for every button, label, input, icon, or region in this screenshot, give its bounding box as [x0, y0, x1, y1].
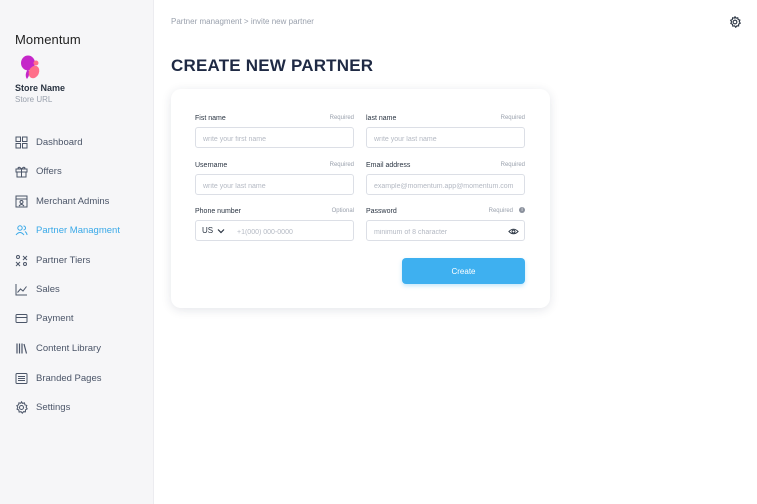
- password-input[interactable]: [367, 223, 524, 242]
- users-icon: [15, 224, 28, 237]
- password-label: Password: [366, 208, 397, 215]
- required-tag: Required: [329, 115, 354, 121]
- required-tag: Required: [488, 208, 513, 214]
- last-name-label: last name: [366, 115, 397, 122]
- create-button[interactable]: Create: [402, 258, 525, 284]
- phone-input[interactable]: [230, 223, 353, 242]
- sidebar-item-sales[interactable]: Sales: [15, 280, 60, 298]
- sidebar-item-label: Dashboard: [36, 136, 83, 148]
- first-name-box: [195, 127, 354, 149]
- sidebar-item-label: Content Library: [36, 342, 101, 354]
- tiers-icon: [15, 254, 28, 267]
- sidebar-item-label: Partner Managment: [36, 224, 120, 236]
- chevron-down-icon: [217, 228, 225, 233]
- required-tag: Required: [500, 162, 525, 168]
- breadcrumb: Partner managment > invite new partner: [171, 17, 314, 26]
- password-box: [366, 220, 525, 242]
- sidebar-item-partner-managment[interactable]: Partner Managment: [15, 221, 120, 239]
- sidebar-item-offers[interactable]: Offers: [15, 162, 62, 180]
- sidebar-item-label: Merchant Admins: [36, 195, 110, 207]
- country-code-select[interactable]: US: [196, 221, 232, 240]
- sidebar-item-dashboard[interactable]: Dashboard: [15, 133, 82, 151]
- sidebar-item-label: Sales: [36, 283, 60, 295]
- sidebar-item-label: Partner Tiers: [36, 254, 91, 266]
- email-label: Email address: [366, 162, 411, 169]
- sidebar-item-settings[interactable]: Settings: [15, 398, 70, 416]
- country-code: US: [202, 226, 214, 235]
- first-name-label: Fist name: [195, 115, 226, 122]
- card-icon: [15, 312, 28, 325]
- eye-icon[interactable]: [508, 226, 519, 237]
- last-name-input[interactable]: [367, 130, 524, 149]
- settings-gear-icon[interactable]: [729, 16, 741, 28]
- gift-icon: [15, 165, 28, 178]
- store-name: Store Name: [15, 83, 66, 93]
- username-box: [195, 174, 354, 196]
- first-name-input[interactable]: [196, 130, 353, 149]
- dashboard-icon: [15, 136, 28, 149]
- required-tag: Required: [329, 162, 354, 168]
- sidebar-item-label: Settings: [36, 401, 71, 413]
- sidebar-item-label: Branded Pages: [36, 372, 102, 384]
- merchant-icon: [15, 195, 28, 208]
- store-logo: [21, 55, 40, 79]
- sidebar-item-label: Offers: [36, 165, 62, 177]
- optional-tag: Optional: [331, 208, 354, 214]
- page-title: CREATE NEW PARTNER: [171, 56, 374, 75]
- chart-icon: [15, 283, 28, 296]
- last-name-box: [366, 127, 525, 149]
- sidebar-item-content-library[interactable]: Content Library: [15, 339, 101, 357]
- username-input[interactable]: [196, 177, 353, 196]
- sidebar-item-payment[interactable]: Payment: [15, 309, 74, 327]
- brand-name: Momentum: [15, 32, 81, 47]
- sidebar-item-branded-pages[interactable]: Branded Pages: [15, 369, 102, 387]
- sidebar-item-partner-tiers[interactable]: Partner Tiers: [15, 251, 90, 269]
- store-url: Store URL: [15, 95, 53, 104]
- username-label: Username: [195, 162, 228, 169]
- sidebar-item-label: Payment: [36, 312, 74, 324]
- sidebar: Momentum Store Name Store URL Dashboard …: [0, 0, 154, 504]
- required-tag: Required: [500, 115, 525, 121]
- email-input[interactable]: [367, 177, 524, 196]
- library-icon: [15, 342, 28, 355]
- pages-icon: [15, 372, 28, 385]
- email-box: [366, 174, 525, 196]
- sidebar-item-merchant-admins[interactable]: Merchant Admins: [15, 192, 109, 210]
- gear-icon: [15, 400, 28, 414]
- phone-box: US: [195, 220, 354, 242]
- create-partner-form: Fist name Required last name Required Us…: [171, 89, 550, 308]
- phone-label: Phone number: [195, 208, 241, 215]
- info-icon[interactable]: i: [519, 207, 525, 213]
